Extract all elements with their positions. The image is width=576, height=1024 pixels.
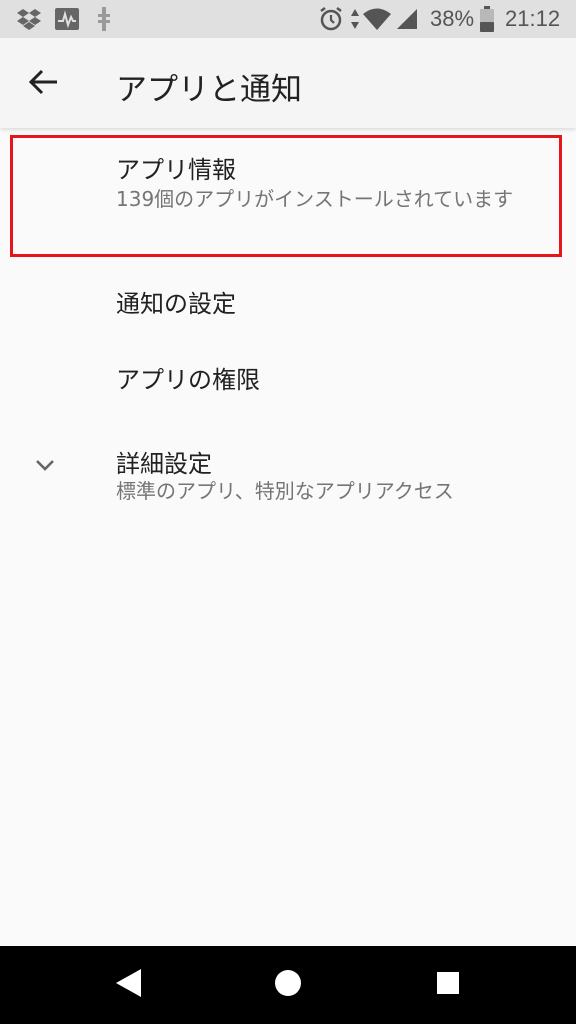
status-bar: 38% 21:12 (0, 0, 576, 38)
list-item-subtitle: 標準のアプリ、特別なアプリアクセス (116, 479, 454, 503)
list-item-advanced[interactable]: 詳細設定 標準のアプリ、特別なアプリアクセス (0, 428, 576, 520)
back-triangle-icon (113, 967, 143, 1003)
recents-square-icon (436, 971, 460, 999)
list-item-app-info[interactable]: アプリ情報 139個のアプリがインストールされています (0, 128, 576, 264)
battery-percent: 38% (430, 6, 475, 31)
usb-debug-icon (96, 6, 112, 36)
list-item-title: アプリの権限 (116, 366, 260, 394)
navigation-bar (0, 946, 576, 1024)
chevron-down-icon (32, 452, 58, 478)
wifi-icon (362, 7, 392, 35)
nav-back-button[interactable] (108, 965, 148, 1005)
data-transfer-icon (350, 8, 360, 34)
nav-recents-button[interactable] (428, 965, 468, 1005)
back-button[interactable] (20, 60, 68, 108)
clock: 21:12 (505, 6, 561, 31)
list-item-title: 通知の設定 (116, 290, 236, 318)
nav-home-button[interactable] (268, 965, 308, 1005)
list-item-subtitle: 139個のアプリがインストールされています (116, 187, 514, 211)
dropbox-icon (16, 8, 42, 34)
home-circle-icon (274, 969, 302, 1001)
screen: 38% 21:12 アプリと通知 アプリ情報 139個のアプリがインストールされ… (0, 0, 576, 1024)
page-title: アプリと通知 (116, 72, 302, 108)
cell-signal-icon (396, 8, 418, 34)
app-bar: アプリと通知 (0, 38, 576, 128)
list-item-title: 詳細設定 (116, 450, 212, 478)
list-item-app-permissions[interactable]: アプリの権限 (0, 342, 576, 420)
alarm-icon (318, 6, 344, 36)
list-item-notification-settings[interactable]: 通知の設定 (0, 264, 576, 342)
battery-icon (480, 6, 494, 36)
list-item-title: アプリ情報 (116, 156, 236, 184)
arrow-back-icon (28, 69, 59, 99)
activity-monitor-icon (54, 7, 80, 35)
